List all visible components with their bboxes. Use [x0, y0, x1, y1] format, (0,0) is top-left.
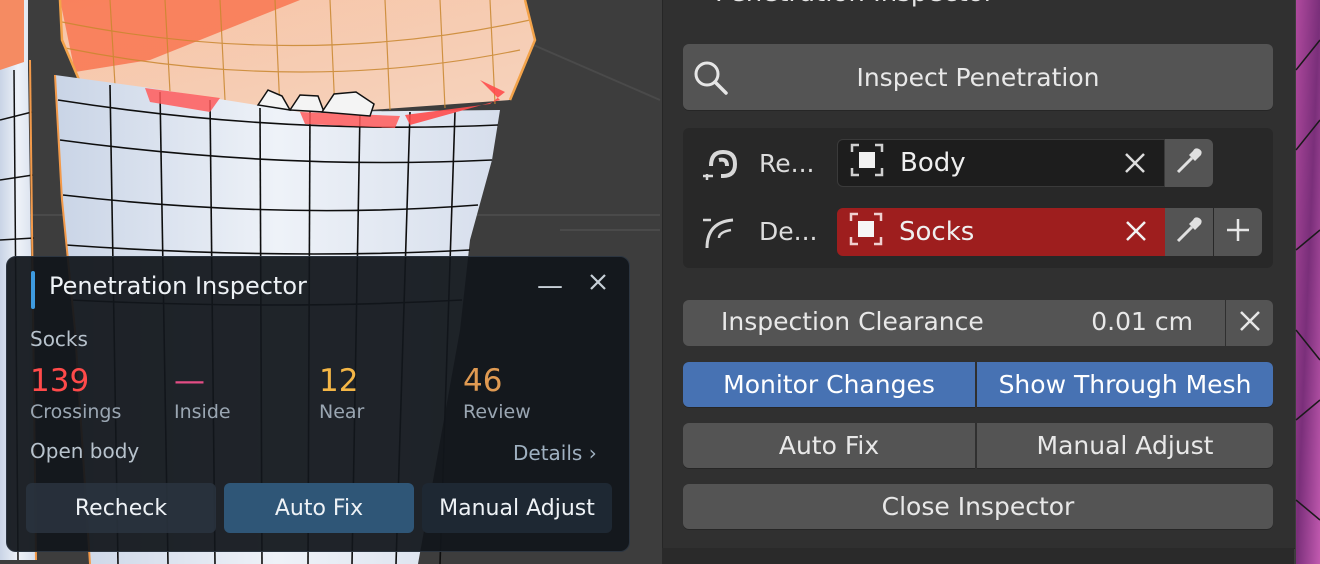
reference-object-name: Body — [900, 148, 966, 178]
stat-crossings: 139 Crossings — [30, 363, 121, 423]
monitor-changes-toggle[interactable]: Monitor Changes — [683, 362, 975, 407]
title-accent-bar — [31, 271, 35, 309]
recheck-label: Recheck — [74, 495, 168, 521]
clearance-label: Inspection Clearance — [721, 307, 984, 336]
inspected-object: Socks — [30, 327, 88, 351]
manual-adjust-label: Manual Adjust — [439, 495, 595, 521]
overlay-auto-fix-button[interactable]: Auto Fix — [224, 483, 414, 533]
penetration-inspector-overlay: Penetration Inspector — Socks 139 Crossi… — [6, 256, 630, 552]
stat-near: 12 Near — [319, 363, 364, 423]
object-icon — [849, 212, 883, 253]
show-through-mesh-toggle[interactable]: Show Through Mesh — [977, 362, 1273, 407]
deformed-object-field[interactable]: Socks — [837, 208, 1165, 256]
auto-fix-button[interactable]: Auto Fix — [683, 423, 975, 468]
inspect-penetration-button[interactable]: Inspect Penetration — [683, 44, 1273, 110]
penetration-inspector-panel: Penetration Inspector Inspect Penetratio… — [662, 0, 1295, 549]
stat-value: 46 — [463, 363, 503, 399]
stat-label: Near — [319, 401, 365, 423]
stat-label: Crossings — [30, 401, 122, 423]
auto-fix-label: Auto Fix — [778, 431, 880, 460]
search-icon — [693, 60, 729, 100]
details-link[interactable]: Details › — [513, 441, 597, 465]
stat-value: — — [174, 363, 205, 399]
panel-footer — [662, 548, 1294, 564]
monitor-changes-label: Monitor Changes — [723, 370, 935, 399]
reference-object-field[interactable]: Body — [837, 139, 1165, 187]
stat-inside: — Inside — [174, 363, 231, 423]
eyedropper-icon — [1173, 145, 1205, 181]
eyedropper-button[interactable] — [1165, 208, 1213, 256]
reference-label: Re... — [759, 149, 815, 178]
overlay-title: Penetration Inspector — [49, 272, 307, 300]
stat-label: Inside — [174, 401, 231, 423]
object-icon — [850, 143, 884, 184]
close-icon — [590, 274, 606, 290]
minimize-button[interactable]: — — [537, 271, 563, 301]
stat-value: 12 — [319, 363, 359, 399]
auto-fix-label: Auto Fix — [274, 495, 364, 521]
panel-title: Penetration Inspector — [715, 0, 994, 8]
eyedropper-icon — [1173, 214, 1205, 250]
manual-adjust-label: Manual Adjust — [1036, 431, 1214, 460]
mode-text: Open body — [30, 439, 140, 463]
stat-review: 46 Review — [463, 363, 531, 423]
curve-icon — [701, 214, 737, 254]
clear-icon[interactable] — [1123, 218, 1149, 251]
deformed-object-name: Socks — [899, 217, 975, 247]
add-button[interactable] — [1214, 208, 1262, 256]
stat-label: Review — [463, 401, 531, 423]
close-inspector-label: Close Inspector — [881, 492, 1075, 521]
close-button[interactable] — [589, 273, 607, 295]
stat-value: 139 — [30, 363, 90, 399]
magnet-icon — [699, 146, 739, 190]
overlay-manual-adjust-button[interactable]: Manual Adjust — [422, 483, 612, 533]
clear-icon[interactable] — [1122, 150, 1148, 183]
deformed-label: De... — [759, 217, 818, 246]
manual-adjust-button[interactable]: Manual Adjust — [977, 423, 1273, 468]
plus-icon — [1224, 216, 1252, 248]
inspect-penetration-label: Inspect Penetration — [856, 62, 1100, 92]
clearance-value: 0.01 cm — [1091, 307, 1193, 336]
eyedropper-button[interactable] — [1165, 139, 1213, 187]
recheck-button[interactable]: Recheck — [26, 483, 216, 533]
close-inspector-button[interactable]: Close Inspector — [683, 484, 1273, 529]
clearance-clear-button[interactable] — [1226, 300, 1273, 346]
show-through-mesh-label: Show Through Mesh — [998, 370, 1252, 399]
close-icon — [1237, 308, 1263, 338]
inspection-clearance-field[interactable]: Inspection Clearance 0.01 cm — [683, 300, 1225, 346]
